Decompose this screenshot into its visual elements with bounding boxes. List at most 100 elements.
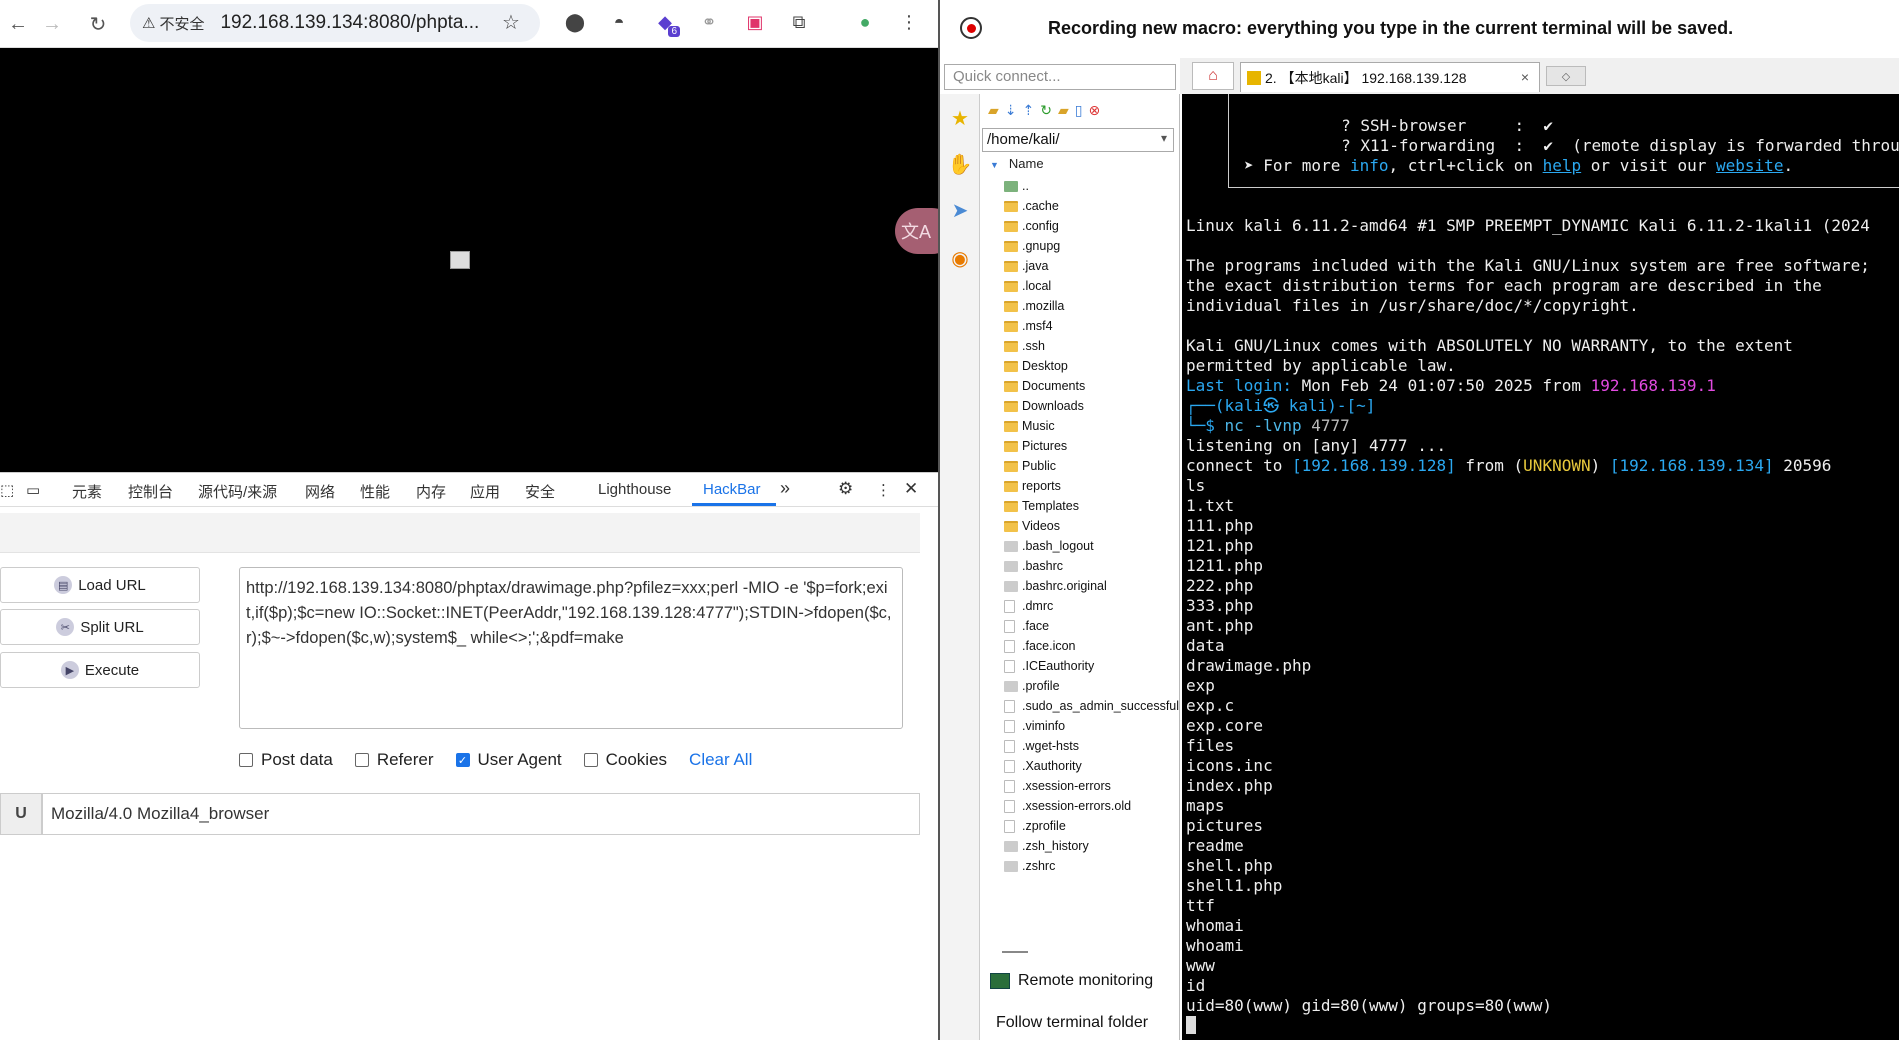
extension-circle-icon[interactable]: ⬤ xyxy=(560,7,590,37)
file-list-item[interactable]: Public xyxy=(1004,456,1180,476)
file-list-item[interactable]: .xsession-errors xyxy=(1004,776,1180,796)
more-tabs-icon[interactable]: » xyxy=(780,478,790,499)
star-icon[interactable]: ★ xyxy=(946,104,974,132)
clear-all-link[interactable]: Clear All xyxy=(689,750,752,770)
file-list-item[interactable]: reports xyxy=(1004,476,1180,496)
referer-option[interactable]: Referer xyxy=(354,750,434,770)
tab-memory[interactable]: 内存 xyxy=(416,481,446,502)
file-list-item[interactable]: .zprofile xyxy=(1004,816,1180,836)
file-list-item[interactable]: .sudo_as_admin_successful xyxy=(1004,696,1180,716)
file-list-item[interactable]: .bashrc xyxy=(1004,556,1180,576)
file-list-item[interactable]: .gnupg xyxy=(1004,236,1180,256)
tab-elements[interactable]: 元素 xyxy=(72,481,102,502)
menu-kebab-icon[interactable]: ⋮ xyxy=(894,7,924,37)
help-link[interactable]: help xyxy=(1543,156,1582,175)
file-list-item[interactable]: .zsh_history xyxy=(1004,836,1180,856)
file-list-item[interactable]: .cache xyxy=(1004,196,1180,216)
file-list-item[interactable]: .ICEauthority xyxy=(1004,656,1180,676)
chevron-down-icon[interactable]: ▾ xyxy=(1161,131,1167,145)
website-link[interactable]: website xyxy=(1716,156,1783,175)
file-list-item[interactable]: .bashrc.original xyxy=(1004,576,1180,596)
file-list-item[interactable]: .dmrc xyxy=(1004,596,1180,616)
profile-avatar[interactable]: ● xyxy=(850,7,880,37)
name-column-header[interactable]: ▼ Name xyxy=(990,156,1044,171)
post-data-option[interactable]: Post data xyxy=(239,750,333,770)
referer-checkbox[interactable] xyxy=(354,753,369,767)
user-agent-option[interactable]: ✓ User Agent xyxy=(455,750,562,770)
reload-icon[interactable]: ↻ xyxy=(84,10,112,38)
translate-bubble[interactable]: 文A xyxy=(895,208,938,254)
new-tab-button[interactable]: ◇ xyxy=(1546,66,1586,86)
file-list-item[interactable]: .profile xyxy=(1004,676,1180,696)
file-list-item[interactable]: .face.icon xyxy=(1004,636,1180,656)
user-agent-checkbox[interactable]: ✓ xyxy=(455,753,470,767)
post-data-checkbox[interactable] xyxy=(239,753,253,767)
address-bar[interactable]: ⚠ 不安全 192.168.139.134:8080/phpta... xyxy=(130,4,540,42)
upload-icon[interactable]: ⇡ xyxy=(1023,102,1035,119)
file-list-item[interactable]: .bash_logout xyxy=(1004,536,1180,556)
file-list-item[interactable]: .ssh xyxy=(1004,336,1180,356)
extension-hat-icon[interactable]: ◓ xyxy=(604,7,634,37)
close-devtools-icon[interactable]: ✕ xyxy=(904,479,918,499)
devtools-menu-icon[interactable]: ⋮ xyxy=(876,481,891,499)
session-tab[interactable]: 2. 【本地kali】 192.168.139.128 × xyxy=(1240,62,1540,92)
delete-icon[interactable]: ⊗ xyxy=(1088,102,1100,119)
download-icon[interactable]: ⇣ xyxy=(1005,102,1017,119)
quick-connect-input[interactable]: Quick connect... xyxy=(944,64,1176,90)
cookies-option[interactable]: Cookies xyxy=(583,750,667,770)
file-list-item[interactable]: Music xyxy=(1004,416,1180,436)
tab-console[interactable]: 控制台 xyxy=(128,481,173,502)
file-list-item[interactable]: .mozilla xyxy=(1004,296,1180,316)
tab-performance[interactable]: 性能 xyxy=(360,481,390,502)
back-icon[interactable]: ← xyxy=(4,10,32,38)
split-url-button[interactable]: ✂ Split URL xyxy=(0,609,200,645)
file-list-item[interactable]: .wget-hsts xyxy=(1004,736,1180,756)
remote-monitoring-button[interactable]: Remote monitoring xyxy=(990,972,1153,990)
extension-badge-icon[interactable]: ◆ 6 xyxy=(650,7,680,37)
sftp-globe-icon[interactable]: ◉ xyxy=(946,244,974,272)
load-url-button[interactable]: ▤ Load URL xyxy=(0,567,200,603)
tab-security[interactable]: 安全 xyxy=(525,481,555,502)
new-folder-icon[interactable]: ▰ xyxy=(1058,102,1069,119)
translate-extension-icon[interactable]: ▣ xyxy=(740,7,770,37)
file-list-item[interactable]: Downloads xyxy=(1004,396,1180,416)
file-list-item[interactable]: .xsession-errors.old xyxy=(1004,796,1180,816)
file-list-item[interactable]: .zshrc xyxy=(1004,856,1180,876)
cookies-checkbox[interactable] xyxy=(583,753,598,767)
file-list-item[interactable]: .java xyxy=(1004,256,1180,276)
new-file-icon[interactable]: ▯ xyxy=(1075,102,1083,119)
forward-icon[interactable]: → xyxy=(38,10,66,38)
panel-splitter[interactable] xyxy=(1002,951,1028,953)
bookmark-star-icon[interactable]: ☆ xyxy=(496,7,526,37)
tab-sources[interactable]: 源代码/来源 xyxy=(198,481,277,502)
settings-gear-icon[interactable]: ⚙ xyxy=(838,479,853,499)
home-tab-icon[interactable]: ⌂ xyxy=(1192,62,1234,90)
sftp-path-input[interactable]: /home/kali/ ▾ xyxy=(982,128,1174,152)
tab-hackbar[interactable]: HackBar xyxy=(703,481,761,498)
file-list-item[interactable]: .Xauthority xyxy=(1004,756,1180,776)
close-tab-icon[interactable]: × xyxy=(1521,69,1529,85)
terminal[interactable]: ? SSH-browser : ✔ ? X11-forwarding : ✔ (… xyxy=(1182,94,1899,1040)
file-list-item[interactable]: .local xyxy=(1004,276,1180,296)
user-agent-input[interactable]: Mozilla/4.0 Mozilla4_browser xyxy=(42,793,920,835)
file-list-item[interactable]: .face xyxy=(1004,616,1180,636)
parent-folder-icon[interactable]: ▰ xyxy=(988,102,999,119)
refresh-icon[interactable]: ↻ xyxy=(1040,102,1052,119)
file-list-item[interactable]: Documents xyxy=(1004,376,1180,396)
tab-application[interactable]: 应用 xyxy=(470,481,500,502)
hackbar-url-textarea[interactable]: http://192.168.139.134:8080/phptax/drawi… xyxy=(239,567,903,729)
follow-terminal-folder-option[interactable]: Follow terminal folder xyxy=(996,1014,1148,1032)
tools-icon[interactable]: ✋ xyxy=(946,150,974,178)
extension-link-icon[interactable]: ⚭ xyxy=(694,7,724,37)
file-list-item[interactable]: Templates xyxy=(1004,496,1180,516)
record-icon[interactable] xyxy=(960,17,982,39)
send-icon[interactable]: ➤ xyxy=(946,196,974,224)
tab-network[interactable]: 网络 xyxy=(305,481,335,502)
execute-button[interactable]: ▶ Execute xyxy=(0,652,200,688)
file-list-item[interactable]: .msf4 xyxy=(1004,316,1180,336)
inspect-icon[interactable]: ⬚ xyxy=(0,481,14,499)
extensions-puzzle-icon[interactable]: ⧉ xyxy=(784,7,814,37)
file-list-item[interactable]: .config xyxy=(1004,216,1180,236)
tab-lighthouse[interactable]: Lighthouse xyxy=(598,481,671,498)
file-list-item[interactable]: Videos xyxy=(1004,516,1180,536)
